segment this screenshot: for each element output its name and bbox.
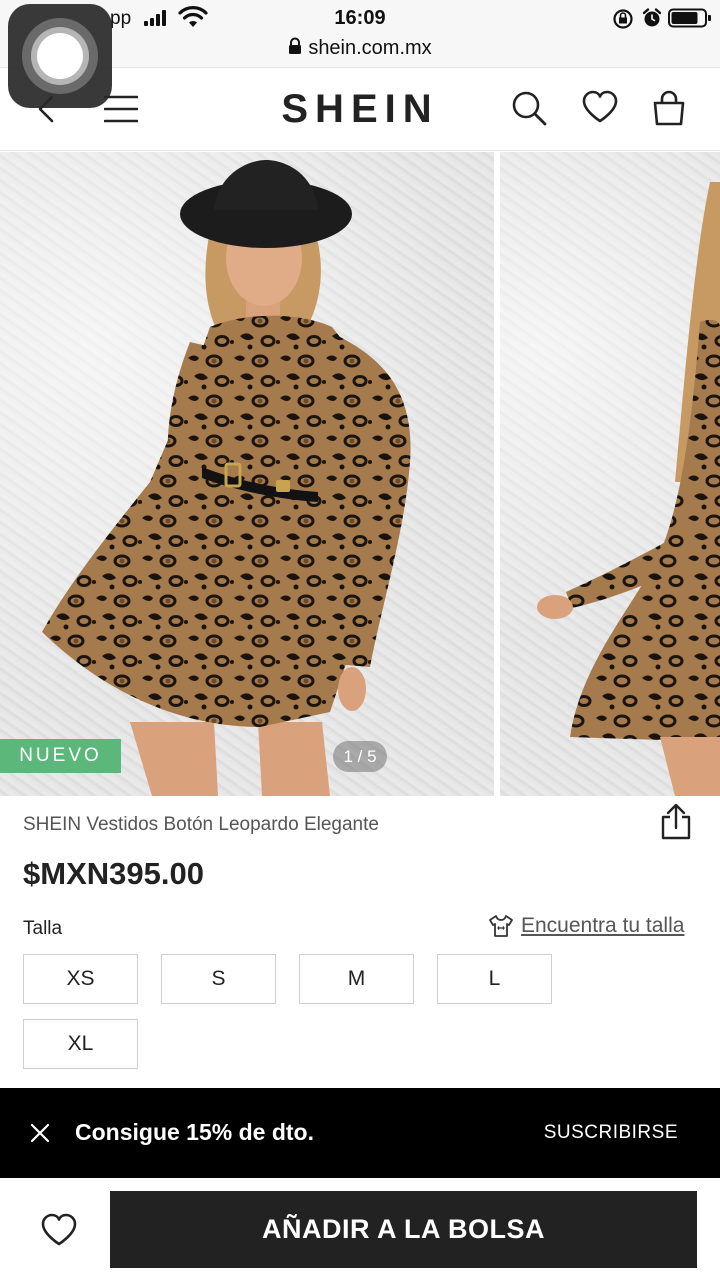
size-option-xs[interactable]: XS bbox=[23, 954, 138, 1004]
model-illustration bbox=[42, 160, 411, 796]
image-counter: 1 / 5 bbox=[333, 741, 387, 772]
heart-icon[interactable] bbox=[581, 89, 619, 125]
size-guide-link[interactable]: Encuentra tu talla bbox=[488, 914, 684, 938]
size-option-s[interactable]: S bbox=[161, 954, 276, 1004]
tshirt-icon bbox=[489, 915, 513, 937]
product-image-2[interactable] bbox=[500, 152, 720, 796]
promo-text: Consigue 15% de dto. bbox=[75, 1119, 314, 1145]
bag-icon[interactable] bbox=[651, 89, 687, 127]
url-text: shein.com.mx bbox=[308, 37, 432, 59]
alarm-icon bbox=[642, 8, 662, 27]
lock-icon bbox=[289, 37, 302, 54]
size-option-m[interactable]: M bbox=[299, 954, 414, 1004]
bottom-action-bar: AÑADIR A LA BOLSA bbox=[0, 1178, 720, 1280]
add-to-bag-button[interactable]: AÑADIR A LA BOLSA bbox=[110, 1191, 697, 1268]
battery-icon bbox=[668, 8, 711, 28]
rotation-lock-icon bbox=[613, 9, 633, 29]
promo-banner: Consigue 15% de dto. SUSCRIBIRSE bbox=[0, 1088, 720, 1178]
size-label: Talla bbox=[23, 918, 63, 939]
product-image-1[interactable]: NUEVO 1 / 5 bbox=[0, 152, 494, 796]
assistive-touch-button[interactable] bbox=[8, 4, 112, 108]
product-price: $MXN395.00 bbox=[23, 856, 204, 891]
close-icon[interactable] bbox=[30, 1123, 50, 1143]
subscribe-button[interactable]: SUSCRIBIRSE bbox=[544, 1122, 678, 1144]
wishlist-icon[interactable] bbox=[40, 1212, 78, 1248]
model-illustration-2 bbox=[537, 182, 720, 796]
size-guide-text: Encuentra tu talla bbox=[521, 914, 685, 937]
product-title: SHEIN Vestidos Botón Leopardo Elegante bbox=[23, 814, 379, 835]
size-option-xl[interactable]: XL bbox=[23, 1019, 138, 1069]
search-icon[interactable] bbox=[510, 89, 548, 127]
product-gallery[interactable]: NUEVO 1 / 5 bbox=[0, 152, 720, 796]
size-option-l[interactable]: L bbox=[437, 954, 552, 1004]
share-icon[interactable] bbox=[658, 803, 694, 841]
new-badge: NUEVO bbox=[0, 739, 121, 773]
